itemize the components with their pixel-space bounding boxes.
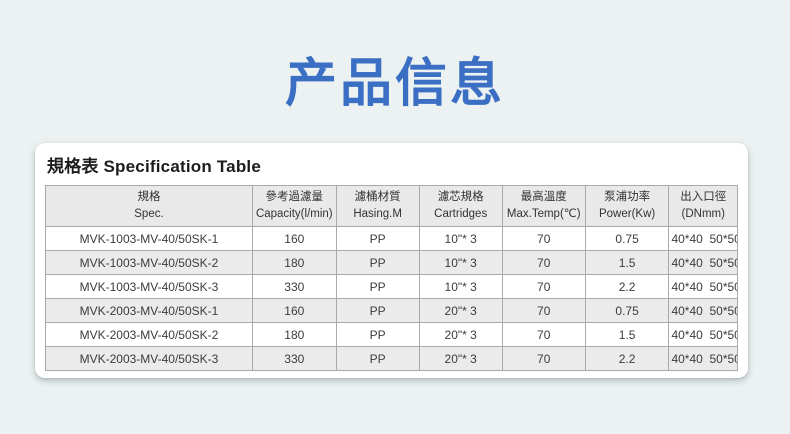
cell-power: 0.75 — [585, 227, 669, 251]
table-row: MVK-2003-MV-40/50SK-1160PP20"* 3700.7540… — [46, 299, 738, 323]
cell-max_temp: 70 — [502, 323, 585, 347]
cell-spec: MVK-2003-MV-40/50SK-3 — [46, 347, 253, 371]
specification-card: 規格表 Specification Table 規格Spec.參考過濾量Capa… — [35, 143, 748, 378]
cell-power: 2.2 — [585, 275, 669, 299]
cell-cartridges: 10"* 3 — [419, 227, 502, 251]
table-body: MVK-1003-MV-40/50SK-1160PP10"* 3700.7540… — [46, 227, 738, 371]
table-header: 規格Spec.參考過濾量Capacity(l/min)濾桶材質Hasing.M濾… — [46, 186, 738, 227]
cell-dn: 40*40 50*50 — [669, 251, 738, 275]
cell-max_temp: 70 — [502, 347, 585, 371]
cell-power: 1.5 — [585, 251, 669, 275]
column-header-zh: 濾桶材質 — [339, 189, 417, 206]
cell-max_temp: 70 — [502, 299, 585, 323]
column-header-en: Power(Kw) — [588, 206, 667, 223]
cell-spec: MVK-1003-MV-40/50SK-3 — [46, 275, 253, 299]
cell-dn: 40*40 50*50 — [669, 323, 738, 347]
column-header-en: Hasing.M — [339, 206, 417, 223]
table-row: MVK-1003-MV-40/50SK-1160PP10"* 3700.7540… — [46, 227, 738, 251]
cell-dn: 40*40 50*50 — [669, 275, 738, 299]
cell-power: 2.2 — [585, 347, 669, 371]
table-row: MVK-2003-MV-40/50SK-2180PP20"* 3701.540*… — [46, 323, 738, 347]
column-header-zh: 參考過濾量 — [255, 189, 334, 206]
cell-spec: MVK-2003-MV-40/50SK-2 — [46, 323, 253, 347]
cell-max_temp: 70 — [502, 251, 585, 275]
specification-table-heading: 規格表 Specification Table — [47, 152, 738, 177]
cell-cartridges: 10"* 3 — [419, 275, 502, 299]
column-header-dn: 出入口徑(DNmm) — [669, 186, 738, 227]
cell-hasing: PP — [336, 275, 419, 299]
cell-max_temp: 70 — [502, 227, 585, 251]
page-title: 产品信息 — [0, 0, 790, 113]
cell-spec: MVK-1003-MV-40/50SK-2 — [46, 251, 253, 275]
cell-hasing: PP — [336, 299, 419, 323]
cell-dn: 40*40 50*50 — [669, 347, 738, 371]
column-header-spec: 規格Spec. — [46, 186, 253, 227]
cell-power: 1.5 — [585, 323, 669, 347]
column-header-en: Cartridges — [422, 206, 500, 223]
table-header-row: 規格Spec.參考過濾量Capacity(l/min)濾桶材質Hasing.M濾… — [46, 186, 738, 227]
cell-capacity: 330 — [252, 347, 336, 371]
table-row: MVK-2003-MV-40/50SK-3330PP20"* 3702.240*… — [46, 347, 738, 371]
cell-capacity: 160 — [252, 227, 336, 251]
cell-hasing: PP — [336, 323, 419, 347]
cell-dn: 40*40 50*50 — [669, 227, 738, 251]
cell-dn: 40*40 50*50 — [669, 299, 738, 323]
cell-capacity: 160 — [252, 299, 336, 323]
cell-max_temp: 70 — [502, 275, 585, 299]
column-header-max_temp: 最高溫度Max.Temp(℃) — [502, 186, 585, 227]
table-row: MVK-1003-MV-40/50SK-3330PP10"* 3702.240*… — [46, 275, 738, 299]
cell-cartridges: 20"* 3 — [419, 323, 502, 347]
column-header-en: Capacity(l/min) — [255, 206, 334, 223]
cell-cartridges: 10"* 3 — [419, 251, 502, 275]
cell-cartridges: 20"* 3 — [419, 299, 502, 323]
table-row: MVK-1003-MV-40/50SK-2180PP10"* 3701.540*… — [46, 251, 738, 275]
cell-spec: MVK-1003-MV-40/50SK-1 — [46, 227, 253, 251]
column-header-cartridges: 濾芯規格Cartridges — [419, 186, 502, 227]
column-header-en: Max.Temp(℃) — [505, 206, 583, 223]
column-header-zh: 規格 — [48, 189, 250, 206]
cell-capacity: 330 — [252, 275, 336, 299]
column-header-zh: 最高溫度 — [505, 189, 583, 206]
column-header-hasing: 濾桶材質Hasing.M — [336, 186, 419, 227]
column-header-capacity: 參考過濾量Capacity(l/min) — [252, 186, 336, 227]
specification-table: 規格Spec.參考過濾量Capacity(l/min)濾桶材質Hasing.M濾… — [45, 185, 738, 371]
cell-hasing: PP — [336, 347, 419, 371]
cell-cartridges: 20"* 3 — [419, 347, 502, 371]
column-header-zh: 濾芯規格 — [422, 189, 500, 206]
cell-hasing: PP — [336, 251, 419, 275]
cell-hasing: PP — [336, 227, 419, 251]
column-header-zh: 出入口徑 — [671, 189, 735, 206]
column-header-en: (DNmm) — [671, 206, 735, 223]
column-header-zh: 泵浦功率 — [588, 189, 667, 206]
column-header-en: Spec. — [48, 206, 250, 223]
cell-power: 0.75 — [585, 299, 669, 323]
column-header-power: 泵浦功率Power(Kw) — [585, 186, 669, 227]
cell-spec: MVK-2003-MV-40/50SK-1 — [46, 299, 253, 323]
cell-capacity: 180 — [252, 251, 336, 275]
cell-capacity: 180 — [252, 323, 336, 347]
